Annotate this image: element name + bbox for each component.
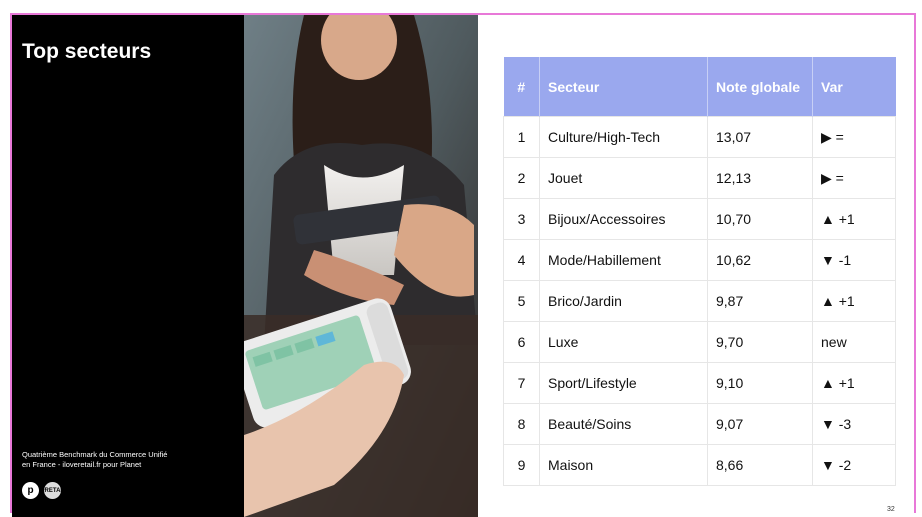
score-cell: 9,10 — [707, 362, 813, 404]
credit-text: Quatrième Benchmark du Commerce Unifié e… — [22, 450, 222, 470]
var-text: +1 — [838, 211, 855, 227]
rank-cell: 6 — [503, 321, 540, 363]
score-cell: 10,62 — [707, 239, 813, 281]
rank-cell: 3 — [503, 198, 540, 240]
var-cell: ▲ +1 — [812, 198, 896, 240]
table-row: 8 Beauté/Soins 9,07 ▼ -3 — [503, 403, 896, 445]
up-triangle-icon: ▲ — [821, 375, 835, 391]
down-triangle-icon: ▼ — [821, 252, 835, 268]
rank-cell: 1 — [503, 116, 540, 158]
equal-arrow-icon: ▶ — [821, 169, 832, 186]
table-row: 2 Jouet 12,13 ▶ = — [503, 157, 896, 199]
rank-cell: 2 — [503, 157, 540, 199]
var-text: new — [821, 334, 847, 350]
var-text: = — [835, 128, 844, 145]
score-cell: 10,70 — [707, 198, 813, 240]
score-cell: 13,07 — [707, 116, 813, 158]
sector-cell: Maison — [539, 444, 708, 486]
credit-line-1: Quatrième Benchmark du Commerce Unifié — [22, 450, 168, 459]
var-cell: ▲ +1 — [812, 280, 896, 322]
score-cell: 9,87 — [707, 280, 813, 322]
sector-cell: Culture/High-Tech — [539, 116, 708, 158]
var-text: +1 — [838, 375, 855, 391]
table-row: 4 Mode/Habillement 10,62 ▼ -1 — [503, 239, 896, 281]
rank-cell: 9 — [503, 444, 540, 486]
score-cell: 8,66 — [707, 444, 813, 486]
up-triangle-icon: ▲ — [821, 211, 835, 227]
table-row: 6 Luxe 9,70 new — [503, 321, 896, 363]
score-cell: 9,07 — [707, 403, 813, 445]
table-row: 5 Brico/Jardin 9,87 ▲ +1 — [503, 280, 896, 322]
var-cell: ▶ = — [812, 157, 896, 199]
sector-cell: Mode/Habillement — [539, 239, 708, 281]
page-number: 32 — [887, 506, 895, 513]
var-text: = — [835, 169, 844, 186]
header-score: Note globale — [707, 57, 813, 117]
table-row: 9 Maison 8,66 ▼ -2 — [503, 444, 896, 486]
table-header-row: # Secteur Note globale Var — [503, 57, 896, 117]
table-row: 3 Bijoux/Accessoires 10,70 ▲ +1 — [503, 198, 896, 240]
payment-photo — [244, 15, 478, 517]
var-text: -1 — [838, 252, 852, 268]
sector-cell: Luxe — [539, 321, 708, 363]
rank-cell: 8 — [503, 403, 540, 445]
sector-cell: Sport/Lifestyle — [539, 362, 708, 404]
iloveretail-logo-icon: I♥RETAIL — [39, 482, 66, 499]
sector-cell: Jouet — [539, 157, 708, 199]
planet-logo-icon: p — [22, 482, 39, 499]
down-triangle-icon: ▼ — [821, 457, 835, 473]
var-text: -3 — [838, 416, 852, 432]
sector-cell: Brico/Jardin — [539, 280, 708, 322]
var-cell: ▼ -2 — [812, 444, 896, 486]
header-var: Var — [812, 57, 896, 117]
rank-cell: 7 — [503, 362, 540, 404]
sector-cell: Bijoux/Accessoires — [539, 198, 708, 240]
credit-line-2: en France - iloveretail.fr pour Planet — [22, 460, 142, 469]
var-cell: new — [812, 321, 896, 363]
var-cell: ▼ -3 — [812, 403, 896, 445]
header-rank: # — [503, 57, 540, 117]
table-row: 1 Culture/High-Tech 13,07 ▶ = — [503, 116, 896, 158]
table-row: 7 Sport/Lifestyle 9,10 ▲ +1 — [503, 362, 896, 404]
rank-cell: 4 — [503, 239, 540, 281]
var-cell: ▼ -1 — [812, 239, 896, 281]
up-triangle-icon: ▲ — [821, 293, 835, 309]
logos: p I♥RETAIL — [22, 482, 66, 499]
equal-arrow-icon: ▶ — [821, 128, 832, 145]
slide-title: Top secteurs — [22, 40, 152, 63]
down-triangle-icon: ▼ — [821, 416, 835, 432]
sector-ranking-table: # Secteur Note globale Var 1 Culture/Hig… — [503, 57, 896, 486]
var-text: -2 — [838, 457, 852, 473]
var-cell: ▲ +1 — [812, 362, 896, 404]
var-cell: ▶ = — [812, 116, 896, 158]
var-text: +1 — [838, 293, 855, 309]
header-sector: Secteur — [539, 57, 708, 117]
left-panel — [12, 15, 244, 517]
sector-cell: Beauté/Soins — [539, 403, 708, 445]
score-cell: 12,13 — [707, 157, 813, 199]
payment-photo-illustration — [244, 15, 478, 517]
score-cell: 9,70 — [707, 321, 813, 363]
rank-cell: 5 — [503, 280, 540, 322]
